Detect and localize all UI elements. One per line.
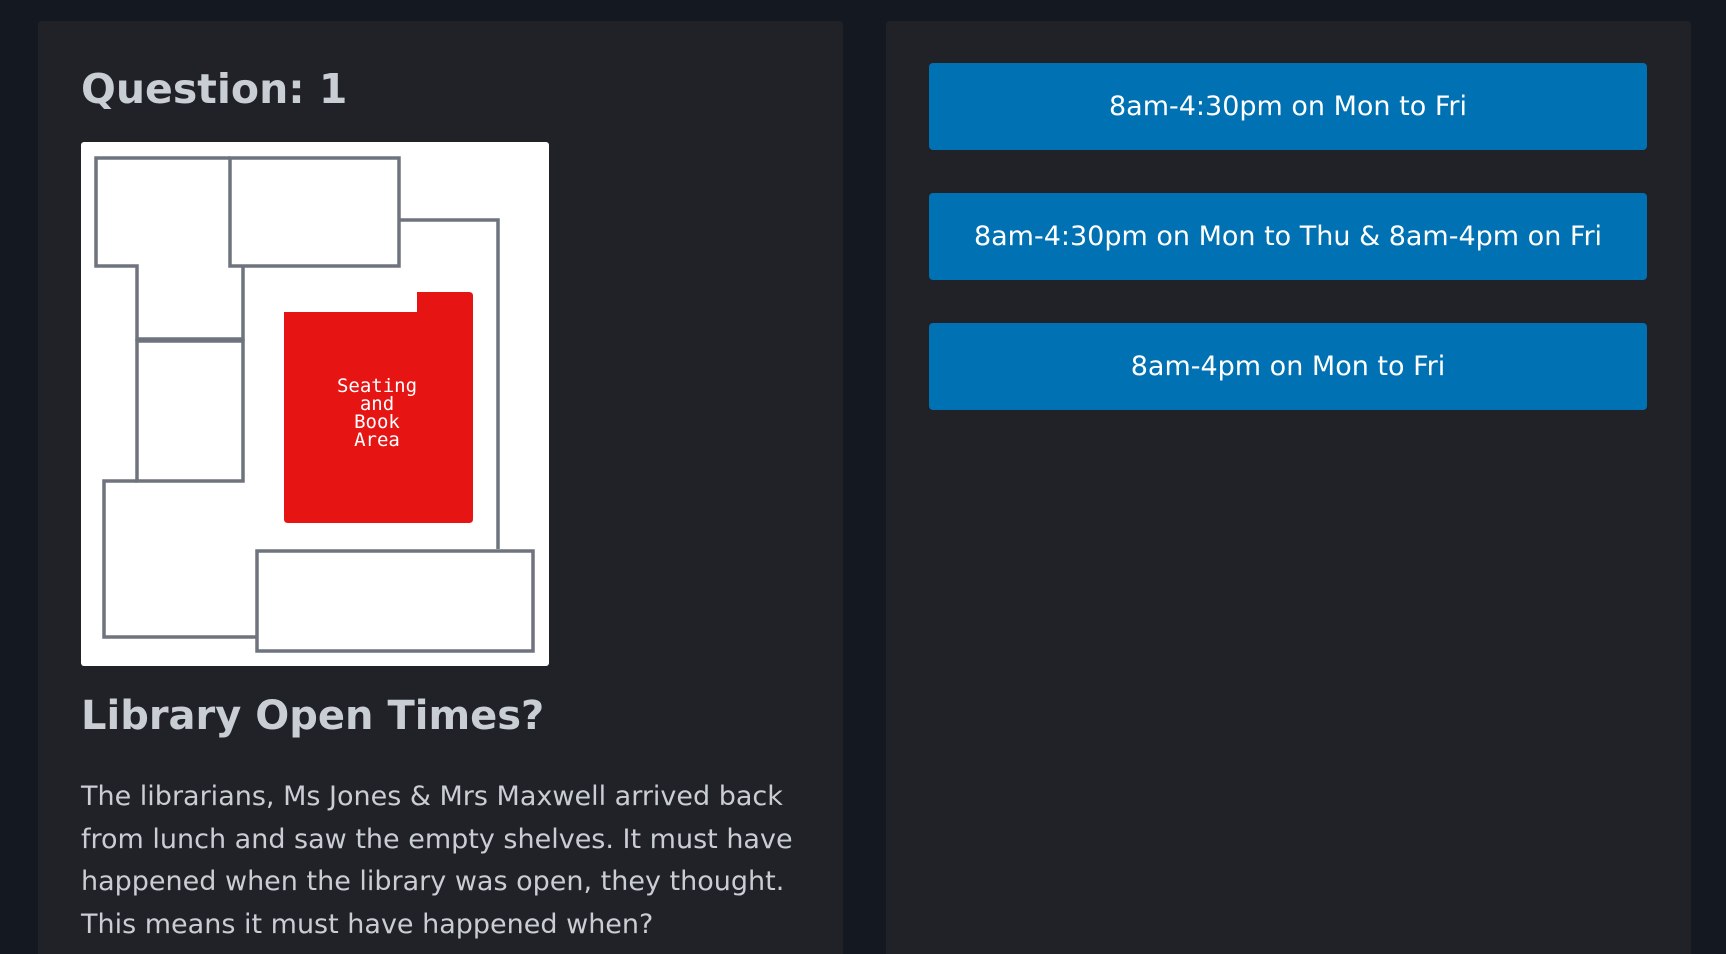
room-left-middle bbox=[135, 339, 245, 483]
library-floor-map: Seating and Book Area bbox=[81, 142, 549, 666]
map-label-line: Area bbox=[354, 429, 400, 451]
answers-panel: 8am-4:30pm on Mon to Fri 8am-4:30pm on M… bbox=[886, 21, 1691, 954]
wall-outline-bottom-left bbox=[102, 479, 257, 639]
answer-button-1[interactable]: 8am-4:30pm on Mon to Fri bbox=[929, 63, 1647, 150]
answer-button-3[interactable]: 8am-4pm on Mon to Fri bbox=[929, 323, 1647, 410]
room-bottom-right bbox=[255, 549, 535, 653]
story-title: Library Open Times? bbox=[81, 693, 545, 739]
floor-plan-drawing: Seating and Book Area bbox=[94, 156, 535, 653]
answer-button-2[interactable]: 8am-4:30pm on Mon to Thu & 8am-4pm on Fr… bbox=[929, 193, 1647, 280]
question-panel: Question: 1 Seating and Book Area Librar… bbox=[38, 21, 843, 954]
wall-outline-top-left bbox=[94, 156, 245, 341]
story-text: The librarians, Ms Jones & Mrs Maxwell a… bbox=[81, 781, 793, 940]
quiz-page: Question: 1 Seating and Book Area Librar… bbox=[0, 0, 1726, 954]
room-top-middle bbox=[228, 156, 401, 268]
question-heading: Question: 1 bbox=[81, 65, 348, 113]
